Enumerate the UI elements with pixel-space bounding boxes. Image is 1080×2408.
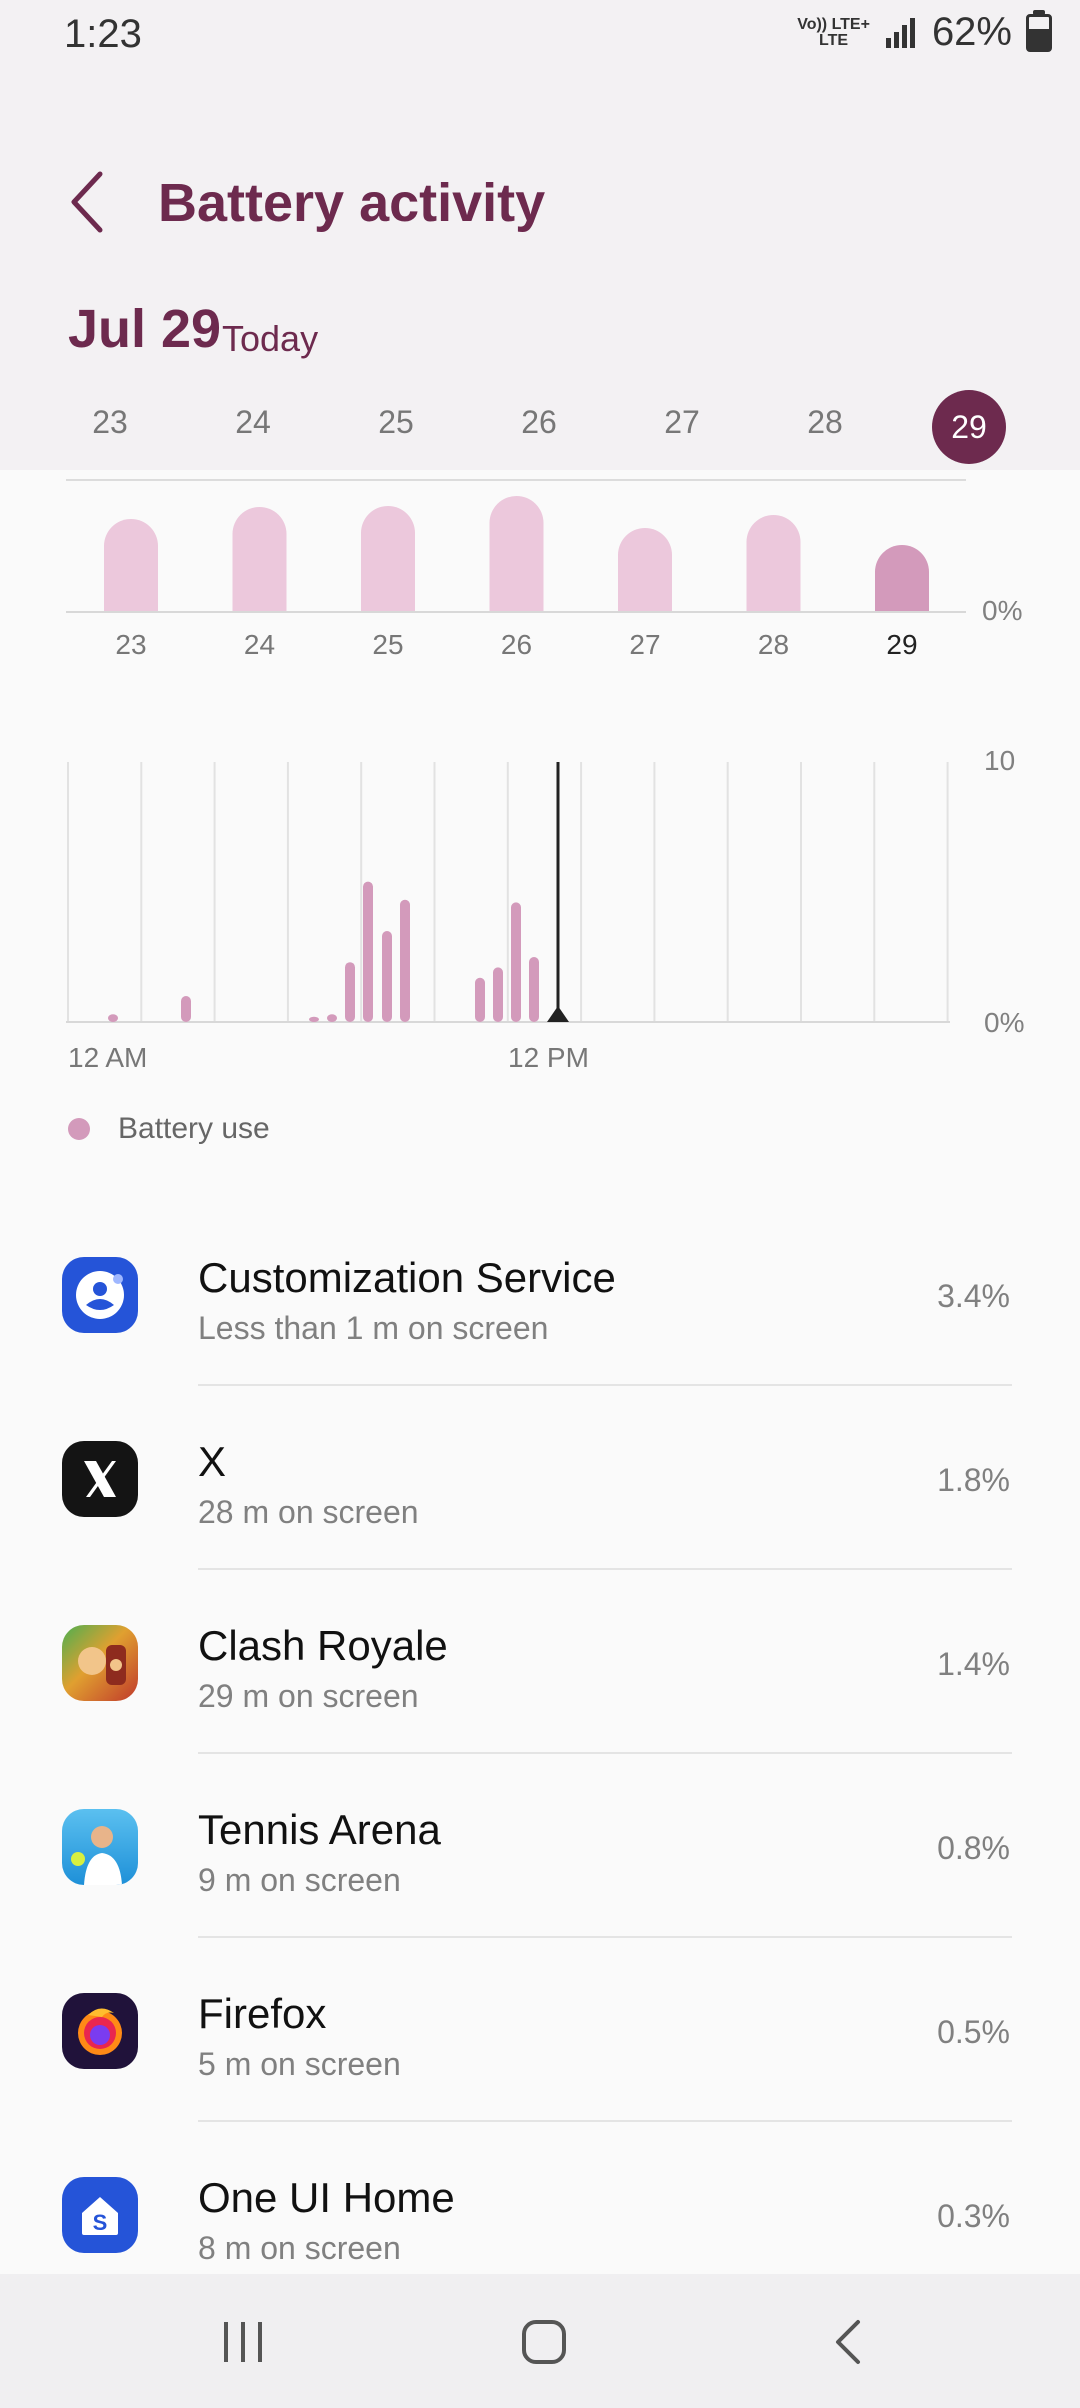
recent-apps-icon[interactable] (220, 2320, 266, 2364)
one-ui-home-icon: S (62, 2177, 138, 2253)
hourly-y-top-label: 10 (984, 745, 1015, 776)
daily-y-label: 0% (982, 595, 1022, 626)
status-time: 1:23 (64, 12, 142, 56)
hourly-x-mid-label: 12 PM (508, 1042, 589, 1073)
app-battery-percent: 0.3% (937, 2198, 1010, 2234)
daily-bar-23[interactable] (104, 519, 158, 612)
hourly-x-start-label: 12 AM (68, 1042, 147, 1073)
home-icon[interactable] (520, 2318, 568, 2366)
week-day-27[interactable]: 27 (642, 404, 722, 441)
hourly-bar (475, 977, 485, 1022)
hourly-bar (345, 962, 355, 1022)
page-title: Battery activity (158, 173, 546, 233)
daily-x-label-27: 27 (629, 629, 660, 660)
firefox-icon (62, 1993, 138, 2069)
app-battery-percent: 1.4% (937, 1646, 1010, 1682)
tennis-arena-icon (62, 1809, 138, 1885)
network-type-bottom: LTE (819, 31, 849, 49)
network-type-top: Vo)) LTE+ (797, 15, 870, 33)
daily-bar-27[interactable] (618, 528, 672, 612)
app-row-firefox[interactable]: Firefox 5 m on screen 0.5% (0, 1938, 1080, 2122)
hourly-y-bottom-label: 0% (984, 1007, 1024, 1038)
x-app-icon (62, 1441, 138, 1517)
app-name: Customization Service (198, 1254, 616, 1301)
daily-battery-chart: 0% 23 24 25 26 27 28 29 (66, 479, 1022, 660)
hourly-bar (363, 881, 373, 1022)
app-screen-time: 5 m on screen (198, 2046, 401, 2082)
app-battery-percent: 0.5% (937, 2014, 1010, 2050)
app-screen-time: 8 m on screen (198, 2230, 401, 2266)
daily-bar-28[interactable] (746, 515, 801, 612)
daily-bar-24[interactable] (232, 507, 287, 612)
week-day-29-selected[interactable]: 29 (932, 390, 1006, 464)
week-day-26[interactable]: 26 (499, 404, 579, 441)
app-name: One UI Home (198, 2174, 455, 2221)
app-battery-percent: 0.8% (937, 1830, 1010, 1866)
app-screen-time: 9 m on screen (198, 1862, 401, 1898)
nav-back-icon[interactable] (830, 2318, 866, 2366)
clash-royale-icon (62, 1625, 138, 1701)
legend-dot (68, 1118, 90, 1140)
hourly-bar (309, 1016, 319, 1022)
daily-x-label-28: 28 (758, 629, 789, 660)
hourly-bar (400, 899, 410, 1022)
legend-label: Battery use (118, 1112, 270, 1145)
app-screen-time: 28 m on screen (198, 1494, 419, 1530)
week-day-24[interactable]: 24 (213, 404, 293, 441)
date-title: Jul 29 (68, 299, 222, 359)
hourly-bar (529, 957, 539, 1022)
hourly-bar (511, 902, 521, 1022)
daily-x-label-26: 26 (501, 629, 532, 660)
today-label: Today (222, 318, 319, 359)
week-day-28[interactable]: 28 (785, 404, 865, 441)
hourly-bar (108, 1014, 118, 1022)
app-name: Firefox (198, 1990, 327, 2037)
week-day-25[interactable]: 25 (356, 404, 436, 441)
daily-x-label-24: 24 (244, 629, 275, 660)
hourly-bar (181, 996, 191, 1022)
daily-bar-26[interactable] (489, 496, 544, 612)
signal-icon (885, 17, 915, 48)
week-day-23[interactable]: 23 (70, 404, 150, 441)
battery-icon (1026, 9, 1052, 52)
svg-text:S: S (93, 2210, 108, 2235)
app-name: X (198, 1438, 227, 1485)
hourly-bar (493, 967, 503, 1022)
app-row-tennis-arena[interactable]: Tennis Arena 9 m on screen 0.8% (0, 1754, 1080, 1938)
volte-indicator: Vo)) LTE+ LTE (797, 15, 870, 49)
app-screen-time: 29 m on screen (198, 1678, 419, 1714)
status-icons: Vo)) LTE+ LTE 62% (797, 9, 1052, 55)
app-row-x[interactable]: X 28 m on screen 1.8% (0, 1386, 1080, 1570)
current-time-triangle-icon (547, 1006, 569, 1022)
app-name: Clash Royale (198, 1622, 448, 1669)
hourly-bar (327, 1014, 337, 1022)
daily-x-label-29: 29 (886, 629, 917, 660)
navigation-bar (0, 2274, 1080, 2408)
app-battery-percent: 1.8% (937, 1462, 1010, 1498)
customization-service-icon (62, 1257, 138, 1333)
daily-bar-25[interactable] (361, 506, 415, 612)
app-battery-percent: 3.4% (937, 1278, 1010, 1314)
daily-bar-29[interactable] (875, 545, 929, 612)
app-name: Tennis Arena (198, 1806, 441, 1853)
hourly-bar (382, 931, 392, 1022)
app-row-customization-service[interactable]: Customization Service Less than 1 m on s… (0, 1202, 1080, 1386)
app-row-clash-royale[interactable]: Clash Royale 29 m on screen 1.4% (0, 1570, 1080, 1754)
header-background (0, 0, 1080, 470)
battery-percent: 62% (931, 10, 1012, 54)
back-icon[interactable] (60, 166, 116, 238)
hourly-battery-chart: 10 0% 12 AM 12 PM (66, 745, 1024, 1073)
daily-x-label-23: 23 (115, 629, 146, 660)
app-screen-time: Less than 1 m on screen (198, 1310, 549, 1346)
daily-x-label-25: 25 (372, 629, 403, 660)
